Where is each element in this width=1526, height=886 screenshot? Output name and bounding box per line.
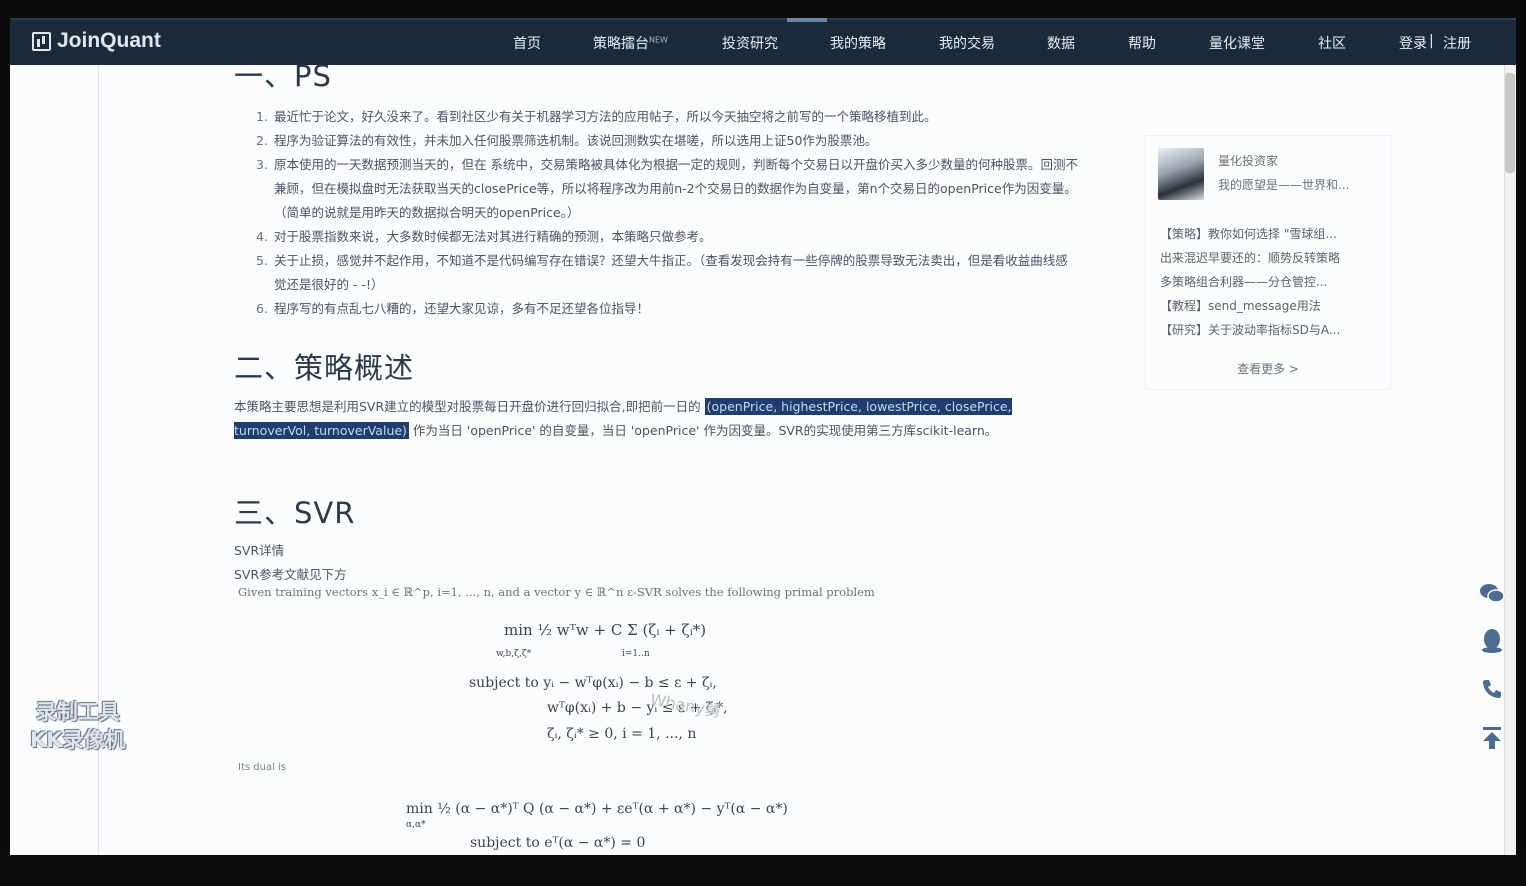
section-title-svr: 三、SVR xyxy=(234,496,356,530)
note-item: 4. 对于股票指数来说，大多数时候都无法对其进行精确的预测，本策略只做参考。 xyxy=(250,225,1080,249)
note-item: 1. 最近忙于论文，好久没来了。看到社区少有关于机器学习方法的应用帖子，所以今天抽… xyxy=(250,105,1080,129)
dual-subscript: α,α* xyxy=(406,820,426,830)
section-title-overview: 二、策略概述 xyxy=(234,351,415,385)
note-number: 6. xyxy=(256,301,268,316)
primal-constraint-1: subject to yᵢ − wᵀφ(xᵢ) − b ≤ ε + ζᵢ, xyxy=(469,675,717,691)
nav-my-strategies[interactable]: 我的策略 xyxy=(830,33,886,53)
note-text: 对于股票指数来说，大多数时候都无法对其进行精确的预测，本策略只做参考。 xyxy=(274,229,712,244)
overview-text-pre: 本策略主要思想是利用SVR建立的模型对股票每日开盘价进行回归拟合,即把前一日的 xyxy=(234,399,701,414)
author-post-link[interactable]: 【教程】send_message用法 xyxy=(1160,294,1384,318)
note-item: 3. 原本使用的一天数据预测当天的，但在 系统中，交易策略被具体化为根据一定的规则… xyxy=(250,153,1080,225)
nav-separator: | xyxy=(1429,33,1434,49)
author-post-link[interactable]: 多策略组合利器——分仓管控... xyxy=(1160,270,1384,294)
note-item: 6. 程序写的有点乱七八糟的，还望大家见谅，多有不足还望各位指导！ xyxy=(250,297,1080,321)
primal-subscript: w,b,ζ,ζ* xyxy=(496,649,532,659)
nav-quant-class[interactable]: 量化课堂 xyxy=(1209,33,1265,53)
screen-frame: JoinQuant 首页 策略擂台NEW 投资研究 我的策略 我的交易 数据 帮… xyxy=(0,0,1526,886)
note-number: 5. xyxy=(256,253,268,268)
svr-given-text: Given training vectors x_i ∈ ℝ^p, i=1, .… xyxy=(238,585,875,599)
login-link[interactable]: 登录 xyxy=(1399,33,1427,53)
svr-reference-link[interactable]: SVR参考文献见下方 xyxy=(234,563,347,587)
scrollbar-thumb[interactable] xyxy=(1505,73,1515,173)
nav-help[interactable]: 帮助 xyxy=(1128,33,1156,53)
note-number: 1. xyxy=(256,109,268,124)
author-name[interactable]: 量化投资家 xyxy=(1218,152,1278,169)
primal-constraint-3: ζᵢ, ζᵢ* ≥ 0, i = 1, ..., n xyxy=(547,726,697,742)
author-post-list: 【策略】教你如何选择 "雪球组... 出来混迟早要还的：顺势反转策略 多策略组合… xyxy=(1160,222,1384,342)
view-more-link[interactable]: 查看更多 > xyxy=(1146,360,1390,377)
back-to-top-icon[interactable] xyxy=(1474,720,1510,756)
overview-paragraph: 本策略主要思想是利用SVR建立的模型对股票每日开盘价进行回归拟合,即把前一日的 … xyxy=(234,395,1080,443)
dual-constraint: subject to eᵀ(α − α*) = 0 xyxy=(470,835,646,851)
primal-objective: min ½ wᵀw + C Σ (ζᵢ + ζᵢ*) xyxy=(504,621,707,639)
dual-label: Its dual is xyxy=(238,762,287,773)
recorder-line-2: KK录像机 xyxy=(30,728,126,752)
section-title-ps: 一、PS xyxy=(234,65,332,93)
author-post-link[interactable]: 【策略】教你如何选择 "雪球组... xyxy=(1160,222,1384,246)
author-avatar[interactable] xyxy=(1158,148,1204,200)
note-number: 2. xyxy=(256,133,268,148)
nav-strategy-arena[interactable]: 策略擂台NEW xyxy=(593,33,668,53)
qq-icon[interactable] xyxy=(1474,623,1510,659)
author-post-link[interactable]: 出来混迟早要还的：顺势反转策略 xyxy=(1160,246,1384,270)
new-badge: NEW xyxy=(649,35,668,45)
nav-data[interactable]: 数据 xyxy=(1047,33,1075,53)
note-text: 最近忙于论文，好久没来了。看到社区少有关于机器学习方法的应用帖子，所以今天抽空将… xyxy=(274,109,937,124)
top-navbar: JoinQuant 首页 策略擂台NEW 投资研究 我的策略 我的交易 数据 帮… xyxy=(10,18,1516,65)
dual-objective: min ½ (α − α*)ᵀ Q (α − α*) + εeᵀ(α + α*)… xyxy=(406,801,788,817)
nav-strategy-arena-label: 策略擂台 xyxy=(593,36,649,52)
nav-research[interactable]: 投资研究 xyxy=(722,33,778,53)
primal-sum-index: i=1..n xyxy=(622,649,650,659)
recorder-line-1: 录制工具 xyxy=(35,700,120,724)
register-link[interactable]: 注册 xyxy=(1443,33,1471,53)
nav-my-trades[interactable]: 我的交易 xyxy=(939,33,995,53)
nav-community[interactable]: 社区 xyxy=(1318,33,1346,53)
note-text: 关于止损，感觉并不起作用，不知道不是代码编写存在错误？还望大牛指正。（查看发现会… xyxy=(274,253,1068,292)
recorder-watermark: 录制工具 KK录像机 xyxy=(30,698,126,754)
note-text: 程序为验证算法的有效性，并未加入任何股票筛选机制。该说回测数实在堪嗟，所以选用上… xyxy=(274,133,878,148)
overview-text-post: 作为当日 'openPrice' 的自变量，当日 'openPrice' 作为因… xyxy=(412,423,998,438)
notes-list: 1. 最近忙于论文，好久没来了。看到社区少有关于机器学习方法的应用帖子，所以今天抽… xyxy=(250,105,1080,321)
note-text: 原本使用的一天数据预测当天的，但在 系统中，交易策略被具体化为根据一定的规则，判… xyxy=(274,157,1078,220)
svr-links: SVR详情 SVR参考文献见下方 xyxy=(234,539,347,587)
note-number: 3. xyxy=(256,157,268,172)
note-number: 4. xyxy=(256,229,268,244)
note-item: 5. 关于止损，感觉并不起作用，不知道不是代码编写存在错误？还望大牛指正。（查看发… xyxy=(250,249,1080,297)
phone-icon[interactable] xyxy=(1474,671,1510,707)
author-post-link[interactable]: 【研究】关于波动率指标SD与A... xyxy=(1160,318,1384,342)
wechat-icon[interactable] xyxy=(1474,575,1510,611)
author-card: 量化投资家 我的愿望是——世界和... 【策略】教你如何选择 "雪球组... 出… xyxy=(1145,135,1391,390)
note-text: 程序写的有点乱七八糟的，还望大家见谅，多有不足还望各位指导！ xyxy=(274,301,650,316)
nav-home[interactable]: 首页 xyxy=(513,33,541,53)
author-bio: 我的愿望是——世界和... xyxy=(1218,178,1350,192)
article-page: 一、PS 1. 最近忙于论文，好久没来了。看到社区少有关于机器学习方法的应用帖子，… xyxy=(10,65,1516,855)
screen-bottom-bar xyxy=(0,855,1526,886)
svr-detail-link[interactable]: SVR详情 xyxy=(234,539,347,563)
note-item: 2. 程序为验证算法的有效性，并未加入任何股票筛选机制。该说回测数实在堪嗟，所以选… xyxy=(250,129,1080,153)
